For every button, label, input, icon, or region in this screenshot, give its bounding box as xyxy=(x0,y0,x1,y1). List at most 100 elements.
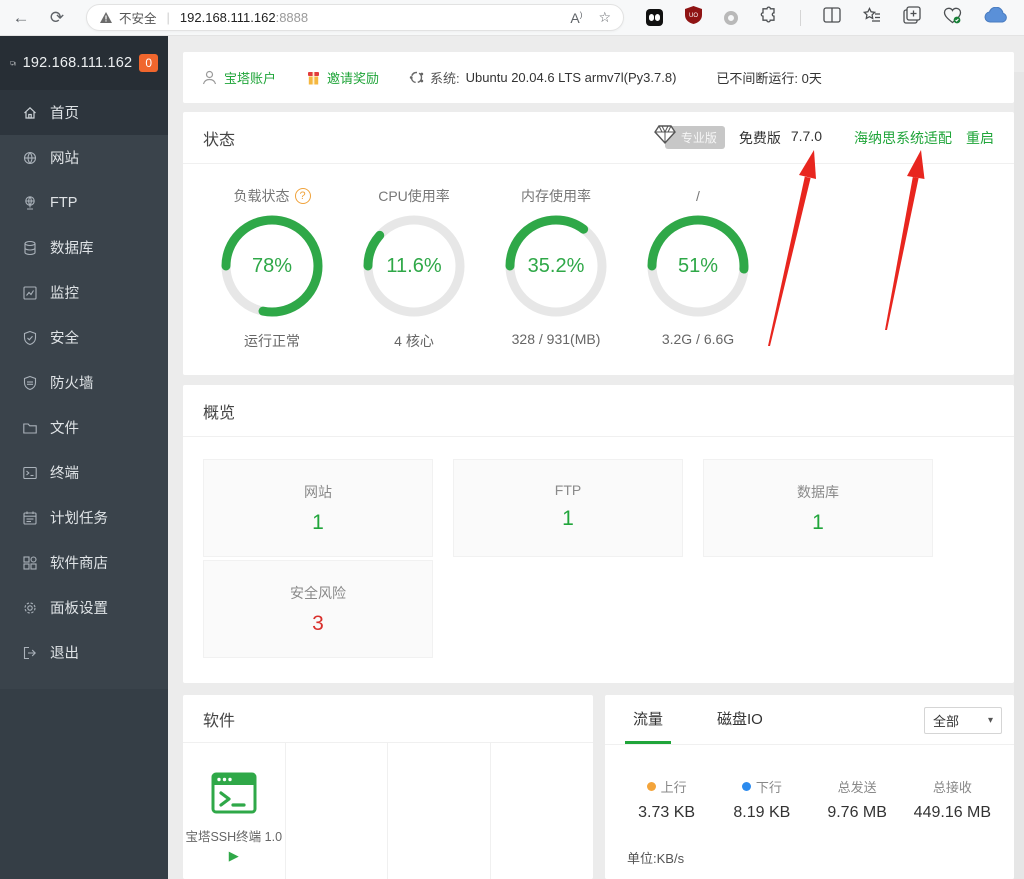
extensions-puzzle-icon[interactable] xyxy=(760,6,778,29)
gauge-load: 负载状态? 78% 运行正常 xyxy=(201,186,343,351)
cron-icon xyxy=(22,510,38,526)
sidebar-item-firewall[interactable]: 防火墙 xyxy=(0,360,168,405)
system-label: 系统: xyxy=(430,68,460,87)
home-icon xyxy=(22,105,38,121)
system-value: Ubuntu 20.04.6 LTS armv7l(Py3.7.8) xyxy=(466,70,677,85)
sidebar-item-home[interactable]: 首页 xyxy=(0,90,168,135)
software-empty-cell xyxy=(388,743,491,879)
software-app-ssh-terminal[interactable]: 宝塔SSH终端 1.0 ▶ xyxy=(183,743,286,879)
back-button[interactable]: ← xyxy=(6,3,36,33)
help-icon[interactable]: ? xyxy=(295,188,311,204)
sidebar-item-security[interactable]: 安全 xyxy=(0,315,168,360)
pro-edition-badge[interactable]: 专业版 xyxy=(665,126,725,149)
sidebar-footer xyxy=(0,689,168,879)
logout-icon xyxy=(22,645,38,661)
status-title: 状态 xyxy=(203,126,235,150)
collections-icon[interactable] xyxy=(863,7,881,29)
duplicate-tab-icon[interactable] xyxy=(903,6,921,29)
firewall-icon xyxy=(22,375,38,391)
software-empty-cell xyxy=(491,743,594,879)
sidebar: 192.168.111.162 0 首页 网站 FTP 数据库 监控 安全 防火… xyxy=(0,36,168,879)
not-secure-warning-icon xyxy=(99,11,113,24)
sidebar-item-cron[interactable]: 计划任务 xyxy=(0,495,168,540)
server-monitor-icon xyxy=(10,55,16,72)
software-panel: 软件 宝塔SSH终端 1.0 ▶ xyxy=(183,695,593,879)
split-screen-icon[interactable] xyxy=(823,7,841,28)
favorite-star-icon[interactable]: ☆ xyxy=(598,9,611,26)
stat-total-sent: 总发送 9.76 MB xyxy=(810,777,905,822)
tab-traffic[interactable]: 流量 xyxy=(625,695,671,744)
sidebar-item-ftp[interactable]: FTP xyxy=(0,180,168,225)
extension-ring-icon[interactable] xyxy=(724,11,738,25)
sidebar-item-appstore[interactable]: 软件商店 xyxy=(0,540,168,585)
site-icon xyxy=(22,150,38,166)
gauge-root-disk: / 51% 3.2G / 6.6G xyxy=(627,186,769,351)
overview-panel: 概览 网站 1 FTP 1 数据库 1 安全风险 3 xyxy=(183,385,1014,683)
ubuntu-icon xyxy=(409,70,424,85)
read-aloud-icon[interactable]: A) xyxy=(570,10,582,26)
user-icon xyxy=(201,69,218,86)
settings-icon xyxy=(22,600,38,616)
interface-filter-select[interactable]: 全部 ▾ xyxy=(924,707,1002,734)
security-label: 不安全 xyxy=(119,8,157,27)
traffic-panel: 流量 磁盘IO 全部 ▾ 上行 3.73 KB 下行 8.19 KB 总发送 9… xyxy=(605,695,1014,879)
gauge-cpu: CPU使用率 11.6% 4 核心 xyxy=(343,186,485,351)
stat-upstream: 上行 3.73 KB xyxy=(619,777,714,822)
database-icon xyxy=(22,240,38,256)
unit-label: 单位:KB/s xyxy=(627,848,1014,867)
main-content: 宝塔账户 邀请奖励 系统: Ubuntu 20.04.6 LTS armv7l(… xyxy=(168,36,1024,879)
url-port: :8888 xyxy=(276,10,309,25)
monitor-icon xyxy=(22,285,38,301)
sidebar-item-logout[interactable]: 退出 xyxy=(0,630,168,675)
tab-disk-io[interactable]: 磁盘IO xyxy=(709,695,771,744)
ublock-extension-icon[interactable]: UO xyxy=(685,6,702,29)
ftp-icon xyxy=(22,195,38,211)
sidebar-server-header[interactable]: 192.168.111.162 0 xyxy=(0,36,168,90)
bt-account-link[interactable]: 宝塔账户 xyxy=(224,68,276,87)
card-security-risk[interactable]: 安全风险 3 xyxy=(203,560,433,658)
sidebar-item-files[interactable]: 文件 xyxy=(0,405,168,450)
server-ip: 192.168.111.162 xyxy=(23,55,133,71)
sidebar-item-database[interactable]: 数据库 xyxy=(0,225,168,270)
dark-reader-extension-icon[interactable] xyxy=(646,9,663,26)
browser-essentials-icon[interactable] xyxy=(943,7,962,29)
edition-label: 免费版 xyxy=(739,128,781,148)
panel-version: 7.7.0 xyxy=(791,128,822,148)
message-count-badge[interactable]: 0 xyxy=(139,54,158,72)
downstream-dot-icon xyxy=(742,782,751,791)
account-info-bar: 宝塔账户 邀请奖励 系统: Ubuntu 20.04.6 LTS armv7l(… xyxy=(183,52,1014,103)
chevron-down-icon: ▾ xyxy=(988,715,993,726)
security-icon xyxy=(22,330,38,346)
sidebar-item-terminal[interactable]: 终端 xyxy=(0,450,168,495)
upstream-dot-icon xyxy=(647,782,656,791)
address-separator: | xyxy=(167,10,170,25)
gauge-memory: 内存使用率 35.2% 328 / 931(MB) xyxy=(485,186,627,351)
software-title: 软件 xyxy=(203,707,235,731)
stat-total-received: 总接收 449.16 MB xyxy=(905,777,1000,822)
sidebar-item-website[interactable]: 网站 xyxy=(0,135,168,180)
card-ftp[interactable]: FTP 1 xyxy=(453,459,683,557)
appstore-icon xyxy=(22,555,38,571)
restart-link[interactable]: 重启 xyxy=(966,128,994,148)
app-play-button[interactable]: ▶ xyxy=(229,848,239,864)
status-panel: 状态 专业版 免费版 7.7.0 海纳思系统适配 重启 负载状态? 78% xyxy=(183,112,1014,375)
stat-downstream: 下行 8.19 KB xyxy=(714,777,809,822)
gift-icon xyxy=(306,70,321,86)
card-website[interactable]: 网站 1 xyxy=(203,459,433,557)
address-bar[interactable]: 不安全 | 192.168.111.162 :8888 A) ☆ xyxy=(86,4,624,31)
weather-cloud-icon[interactable] xyxy=(984,7,1008,28)
files-icon xyxy=(22,420,38,436)
sidebar-item-monitor[interactable]: 监控 xyxy=(0,270,168,315)
url-host: 192.168.111.162 xyxy=(180,10,276,25)
scrollbar-strip[interactable] xyxy=(1014,72,1024,879)
invite-reward-link[interactable]: 邀请奖励 xyxy=(327,68,379,87)
card-database[interactable]: 数据库 1 xyxy=(703,459,933,557)
hinas-adapt-link[interactable]: 海纳思系统适配 xyxy=(854,128,952,148)
svg-text:UO: UO xyxy=(689,13,698,19)
uptime-text: 已不间断运行: 0天 xyxy=(716,68,821,87)
terminal-icon xyxy=(22,465,38,481)
sidebar-item-settings[interactable]: 面板设置 xyxy=(0,585,168,630)
reload-button[interactable]: ⟳ xyxy=(42,3,72,33)
diamond-icon xyxy=(653,123,677,145)
software-empty-cell xyxy=(286,743,389,879)
